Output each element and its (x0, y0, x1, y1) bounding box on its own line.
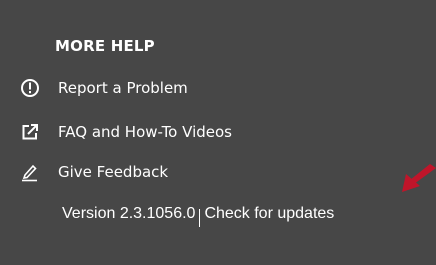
separator (199, 209, 201, 227)
faq-videos-label: FAQ and How-To Videos (58, 123, 232, 141)
more-help-heading: MORE HELP (55, 37, 155, 55)
check-for-updates-link[interactable]: Check for updates (204, 205, 334, 223)
exclamation-circle-icon (18, 77, 42, 99)
version-line: Version 2.3.1056.0 Check for updates (62, 200, 334, 228)
more-help-panel: MORE HELP Report a Problem FAQ and How-T… (0, 0, 436, 265)
pencil-icon (18, 161, 42, 183)
annotation-arrow-icon (402, 164, 436, 192)
report-problem-item[interactable]: Report a Problem (18, 74, 188, 102)
faq-videos-item[interactable]: FAQ and How-To Videos (18, 118, 232, 146)
give-feedback-label: Give Feedback (58, 163, 169, 181)
external-link-icon (18, 121, 42, 143)
report-problem-label: Report a Problem (58, 79, 188, 97)
version-text: Version 2.3.1056.0 (62, 205, 196, 222)
give-feedback-item[interactable]: Give Feedback (18, 158, 168, 186)
